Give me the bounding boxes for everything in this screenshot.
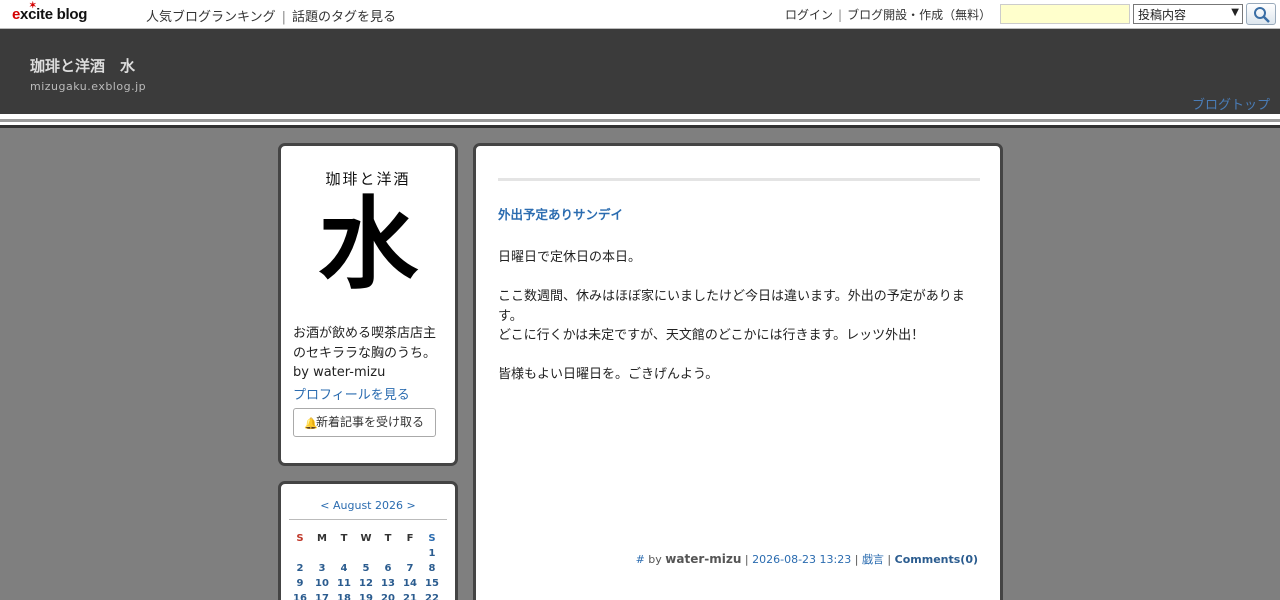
post-paragraph: ここ数週間、休みはほぼ家にいましたけど今日は違います。外出の予定があります。 — [498, 289, 965, 324]
post-date[interactable]: 2026-08-23 13:23 — [752, 553, 851, 566]
permalink[interactable]: # — [636, 553, 645, 566]
post-body: 日曜日で定休日の本日。 ここ数週間、休みはほぼ家にいましたけど今日は違います。外… — [498, 248, 976, 385]
blog-url: mizugaku.exblog.jp — [30, 80, 147, 93]
calendar-day — [333, 548, 355, 563]
excite-topbar: ✶ excite blog 人気ブログランキング | 話題のタグを見る ログイン | ブ… — [0, 0, 1280, 29]
search-input[interactable] — [1000, 4, 1130, 24]
weekday-label: T — [340, 533, 348, 544]
bell-icon: 🔔 — [304, 417, 318, 430]
calendar-day[interactable]: 7 — [399, 563, 421, 578]
blog-title[interactable]: 珈琲と洋酒 水 — [30, 55, 135, 76]
calendar-day — [355, 548, 377, 563]
calendar-day[interactable]: 21 — [399, 593, 421, 600]
calendar-day[interactable]: 11 — [333, 578, 355, 593]
post-panel: 外出予定ありサンデイ 日曜日で定休日の本日。 ここ数週間、休みはほぼ家にいました… — [473, 143, 1003, 600]
calendar-day[interactable]: 14 — [399, 578, 421, 593]
search-scope-select[interactable]: 投稿内容 ▼ — [1133, 4, 1243, 24]
weekday-label: S — [428, 533, 436, 544]
post-author: water-mizu — [665, 552, 742, 566]
blog-logo-image: 珈琲と洋酒 水 — [281, 168, 455, 299]
login-link[interactable]: ログイン — [785, 8, 833, 22]
calendar-week: 9 10 11 12 13 14 15 — [289, 578, 443, 593]
post-meta: # by water-mizu | 2026-08-23 13:23 | 戯言 … — [635, 552, 978, 566]
post-divider — [498, 178, 980, 181]
calendar-day — [399, 548, 421, 563]
subscribe-button[interactable]: 🔔 新着記事を受け取る — [293, 408, 436, 437]
blog-top-link[interactable]: ブログトップ — [1192, 94, 1270, 113]
calendar-day[interactable]: 6 — [377, 563, 399, 578]
calendar-day[interactable]: 1 — [421, 548, 443, 563]
weekday-label: S — [296, 533, 304, 544]
view-profile-link[interactable]: プロフィールを見る — [293, 384, 410, 403]
calendar-day[interactable]: 3 — [311, 563, 333, 578]
blog-header: 珈琲と洋酒 水 mizugaku.exblog.jp ブログトップ — [0, 29, 1280, 114]
calendar-day[interactable]: 13 — [377, 578, 399, 593]
calendar-day[interactable]: 19 — [355, 593, 377, 600]
weekday-label: W — [360, 533, 372, 544]
calendar-day[interactable]: 4 — [333, 563, 355, 578]
weekday-label: M — [317, 533, 327, 544]
profile-by: by water-mizu — [293, 365, 386, 380]
calendar-divider — [289, 519, 447, 520]
search-icon — [1254, 7, 1270, 23]
post-paragraph: 皆様もよい日曜日を。ごきげんよう。 — [498, 367, 719, 382]
calendar-day[interactable]: 18 — [333, 593, 355, 600]
calendar-day — [289, 548, 311, 563]
calendar-day — [311, 548, 333, 563]
calendar-weekdays: S M T W T F S — [289, 533, 443, 548]
logo-spark-icon: ✶ — [29, 0, 37, 10]
top-links: ログイン | ブログ開設・作成（無料） — [785, 8, 992, 22]
calendar-day[interactable]: 12 — [355, 578, 377, 593]
calendar-day[interactable]: 5 — [355, 563, 377, 578]
nav-tags-link[interactable]: 話題のタグを見る — [292, 10, 396, 25]
weekday-label: F — [406, 533, 414, 544]
calendar-day[interactable]: 9 — [289, 578, 311, 593]
calendar-grid: S M T W T F S 1 2 3 4 5 6 7 8 9 10 11 12… — [289, 533, 443, 600]
comments-link[interactable]: Comments(0) — [895, 553, 978, 566]
calendar-day[interactable]: 2 — [289, 563, 311, 578]
calendar-day[interactable]: 8 — [421, 563, 443, 578]
calendar-day[interactable]: 20 — [377, 593, 399, 600]
calendar-day[interactable]: 10 — [311, 578, 333, 593]
calendar-week: 1 — [289, 548, 443, 563]
top-nav: 人気ブログランキング | 話題のタグを見る — [146, 10, 397, 25]
calendar-day[interactable]: 17 — [311, 593, 333, 600]
post-paragraph: どこに行くかは未定ですが、天文館のどこかには行きます。レッツ外出！ — [498, 328, 925, 343]
profile-description: お酒が飲める喫茶店店主のセキララな胸のうち。 by water-mizu — [293, 324, 448, 383]
post-paragraph: 日曜日で定休日の本日。 — [498, 250, 642, 265]
profile-panel: 珈琲と洋酒 水 お酒が飲める喫茶店店主のセキララな胸のうち。 by water-… — [278, 143, 458, 466]
post-title[interactable]: 外出予定ありサンデイ — [498, 204, 623, 223]
logo-kanji: 水 — [318, 185, 418, 303]
nav-ranking-link[interactable]: 人気ブログランキング — [146, 10, 276, 25]
search-button[interactable] — [1246, 3, 1276, 25]
weekday-label: T — [384, 533, 392, 544]
calendar-month-nav[interactable]: < August 2026 > — [281, 499, 455, 512]
calendar-week: 16 17 18 19 20 21 22 — [289, 593, 443, 600]
calendar-day[interactable]: 15 — [421, 578, 443, 593]
header-stripe — [0, 125, 1280, 128]
post-category[interactable]: 戯言 — [862, 553, 884, 566]
excite-blog-logo[interactable]: ✶ excite blog — [12, 0, 87, 23]
calendar-panel: < August 2026 > S M T W T F S 1 2 3 4 5 … — [278, 481, 458, 600]
search-scope-value: 投稿内容 — [1138, 8, 1187, 22]
profile-desc-text: お酒が飲める喫茶店店主のセキララな胸のうち。 — [293, 326, 437, 361]
calendar-day — [377, 548, 399, 563]
calendar-day[interactable]: 22 — [421, 593, 443, 600]
calendar-day[interactable]: 16 — [289, 593, 311, 600]
subscribe-label: 新着記事を受け取る — [316, 415, 425, 429]
create-blog-link[interactable]: ブログ開設・作成（無料） — [847, 8, 991, 22]
post-by: by — [648, 553, 662, 566]
calendar-week: 2 3 4 5 6 7 8 — [289, 563, 443, 578]
chevron-down-icon: ▼ — [1231, 7, 1239, 18]
